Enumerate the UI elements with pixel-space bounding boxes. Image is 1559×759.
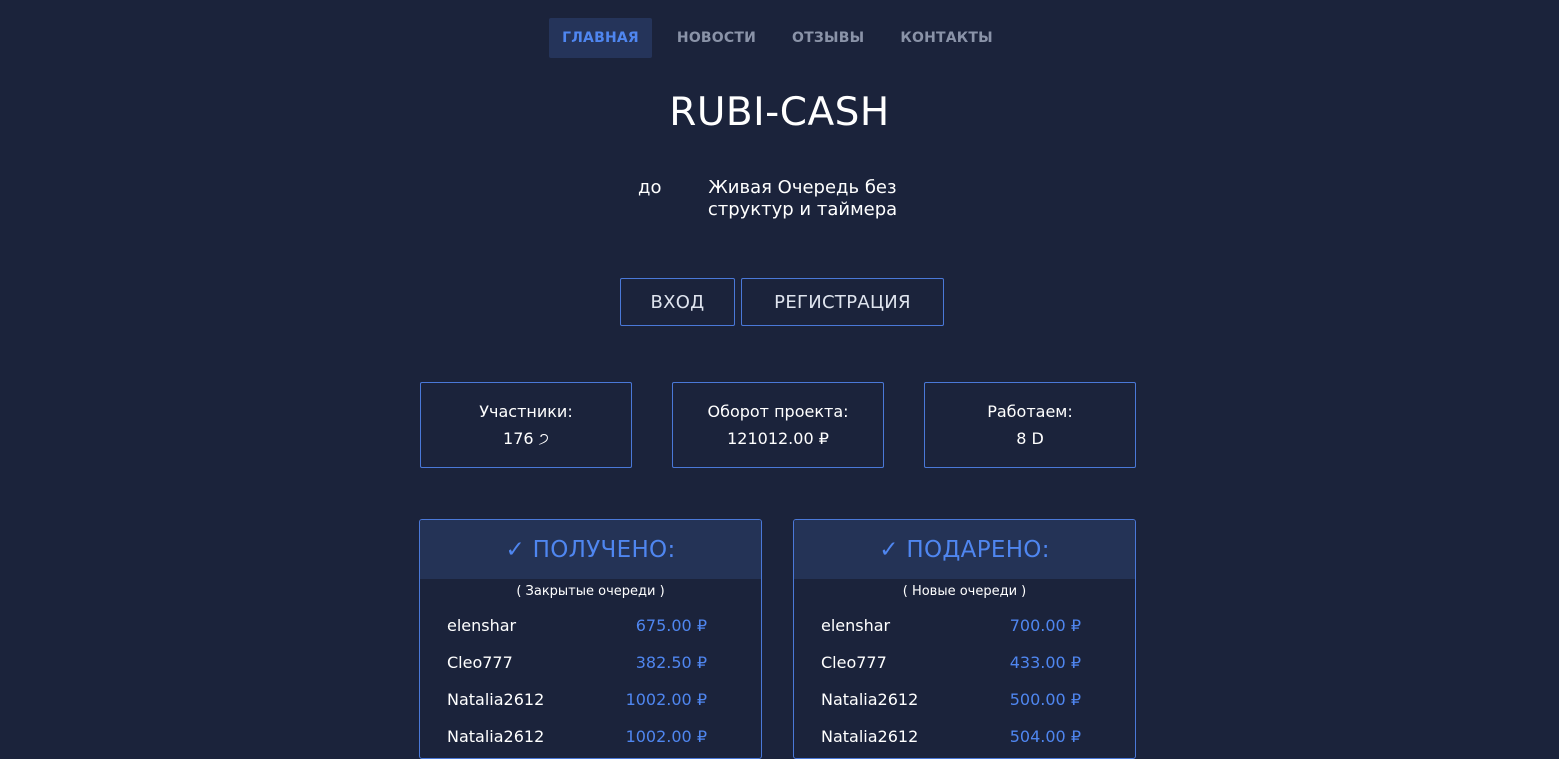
list-item: Natalia2612 1002.00 ₽	[420, 718, 761, 755]
user-name: Natalia2612	[821, 727, 919, 746]
login-button[interactable]: ВХОД	[620, 278, 735, 326]
list-item: Natalia2612 1002.00 ₽	[420, 681, 761, 718]
stat-card-turnover: Оборот проекта: 121012.00 ₽	[672, 382, 884, 468]
register-button[interactable]: РЕГИСТРАЦИЯ	[741, 278, 944, 326]
nav-item-home[interactable]: ГЛАВНАЯ	[549, 18, 652, 58]
nav-item-contacts[interactable]: КОНТАКТЫ	[889, 18, 1004, 58]
user-name: Natalia2612	[821, 690, 919, 709]
list-item: Cleo777 382.50 ₽	[420, 644, 761, 681]
list-item: elenshar 675.00 ₽	[420, 607, 761, 644]
user-name: elenshar	[447, 616, 517, 635]
donated-panel-subtitle: ( Новые очереди )	[902, 584, 1027, 599]
list-item: Cleo777 433.00 ₽	[794, 644, 1135, 681]
list-item: Natalia2612 500.00 ₽	[794, 681, 1135, 718]
amount: 1002.00 ₽	[625, 690, 707, 709]
stat-label: Оборот проекта:	[707, 402, 849, 421]
top-nav: ГЛАВНАЯ НОВОСТИ ОТЗЫВЫ КОНТАКТЫ	[0, 18, 1559, 58]
user-name: Cleo777	[447, 653, 513, 672]
amount: 1002.00 ₽	[625, 727, 707, 746]
user-name: Cleo777	[821, 653, 887, 672]
donated-list: elenshar 700.00 ₽ Cleo777 433.00 ₽ Natal…	[794, 607, 1135, 755]
amount: 675.00 ₽	[635, 616, 707, 635]
received-panel: ✓ ПОЛУЧЕНО: ( Закрытые очереди ) elensha…	[419, 519, 762, 759]
stat-label: Участники:	[479, 402, 573, 421]
amount: 500.00 ₽	[1009, 690, 1081, 709]
hero-prefix: до	[638, 177, 662, 198]
received-list: elenshar 675.00 ₽ Cleo777 382.50 ₽ Natal…	[420, 607, 761, 755]
stat-card-uptime: Работаем: 8 D	[924, 382, 1136, 468]
site-title: RUBI-CASH	[669, 90, 890, 135]
hero-tagline: Живая Очередь без структур и таймера	[707, 177, 898, 220]
donated-panel-title: ✓ ПОДАРЕНО:	[794, 520, 1135, 579]
stat-card-participants: Участники: 176 ੭	[420, 382, 632, 468]
user-name: Natalia2612	[447, 727, 545, 746]
amount: 382.50 ₽	[635, 653, 707, 672]
donated-panel: ✓ ПОДАРЕНО: ( Новые очереди ) elenshar 7…	[793, 519, 1136, 759]
user-name: elenshar	[821, 616, 891, 635]
nav-item-news[interactable]: НОВОСТИ	[666, 18, 767, 58]
list-item: elenshar 700.00 ₽	[794, 607, 1135, 644]
received-panel-subtitle: ( Закрытые очереди )	[516, 584, 665, 599]
stat-value: 8 D	[1016, 429, 1044, 448]
list-item: Natalia2612 504.00 ₽	[794, 718, 1135, 755]
stat-value: 121012.00 ₽	[727, 429, 829, 448]
user-name: Natalia2612	[447, 690, 545, 709]
nav-menu: ГЛАВНАЯ НОВОСТИ ОТЗЫВЫ КОНТАКТЫ	[549, 18, 1004, 58]
amount: 700.00 ₽	[1009, 616, 1081, 635]
amount: 504.00 ₽	[1009, 727, 1081, 746]
stat-value: 176 ੭	[503, 429, 549, 448]
stat-label: Работаем:	[987, 402, 1073, 421]
received-panel-title: ✓ ПОЛУЧЕНО:	[420, 520, 761, 579]
nav-item-reviews[interactable]: ОТЗЫВЫ	[781, 18, 875, 58]
amount: 433.00 ₽	[1009, 653, 1081, 672]
